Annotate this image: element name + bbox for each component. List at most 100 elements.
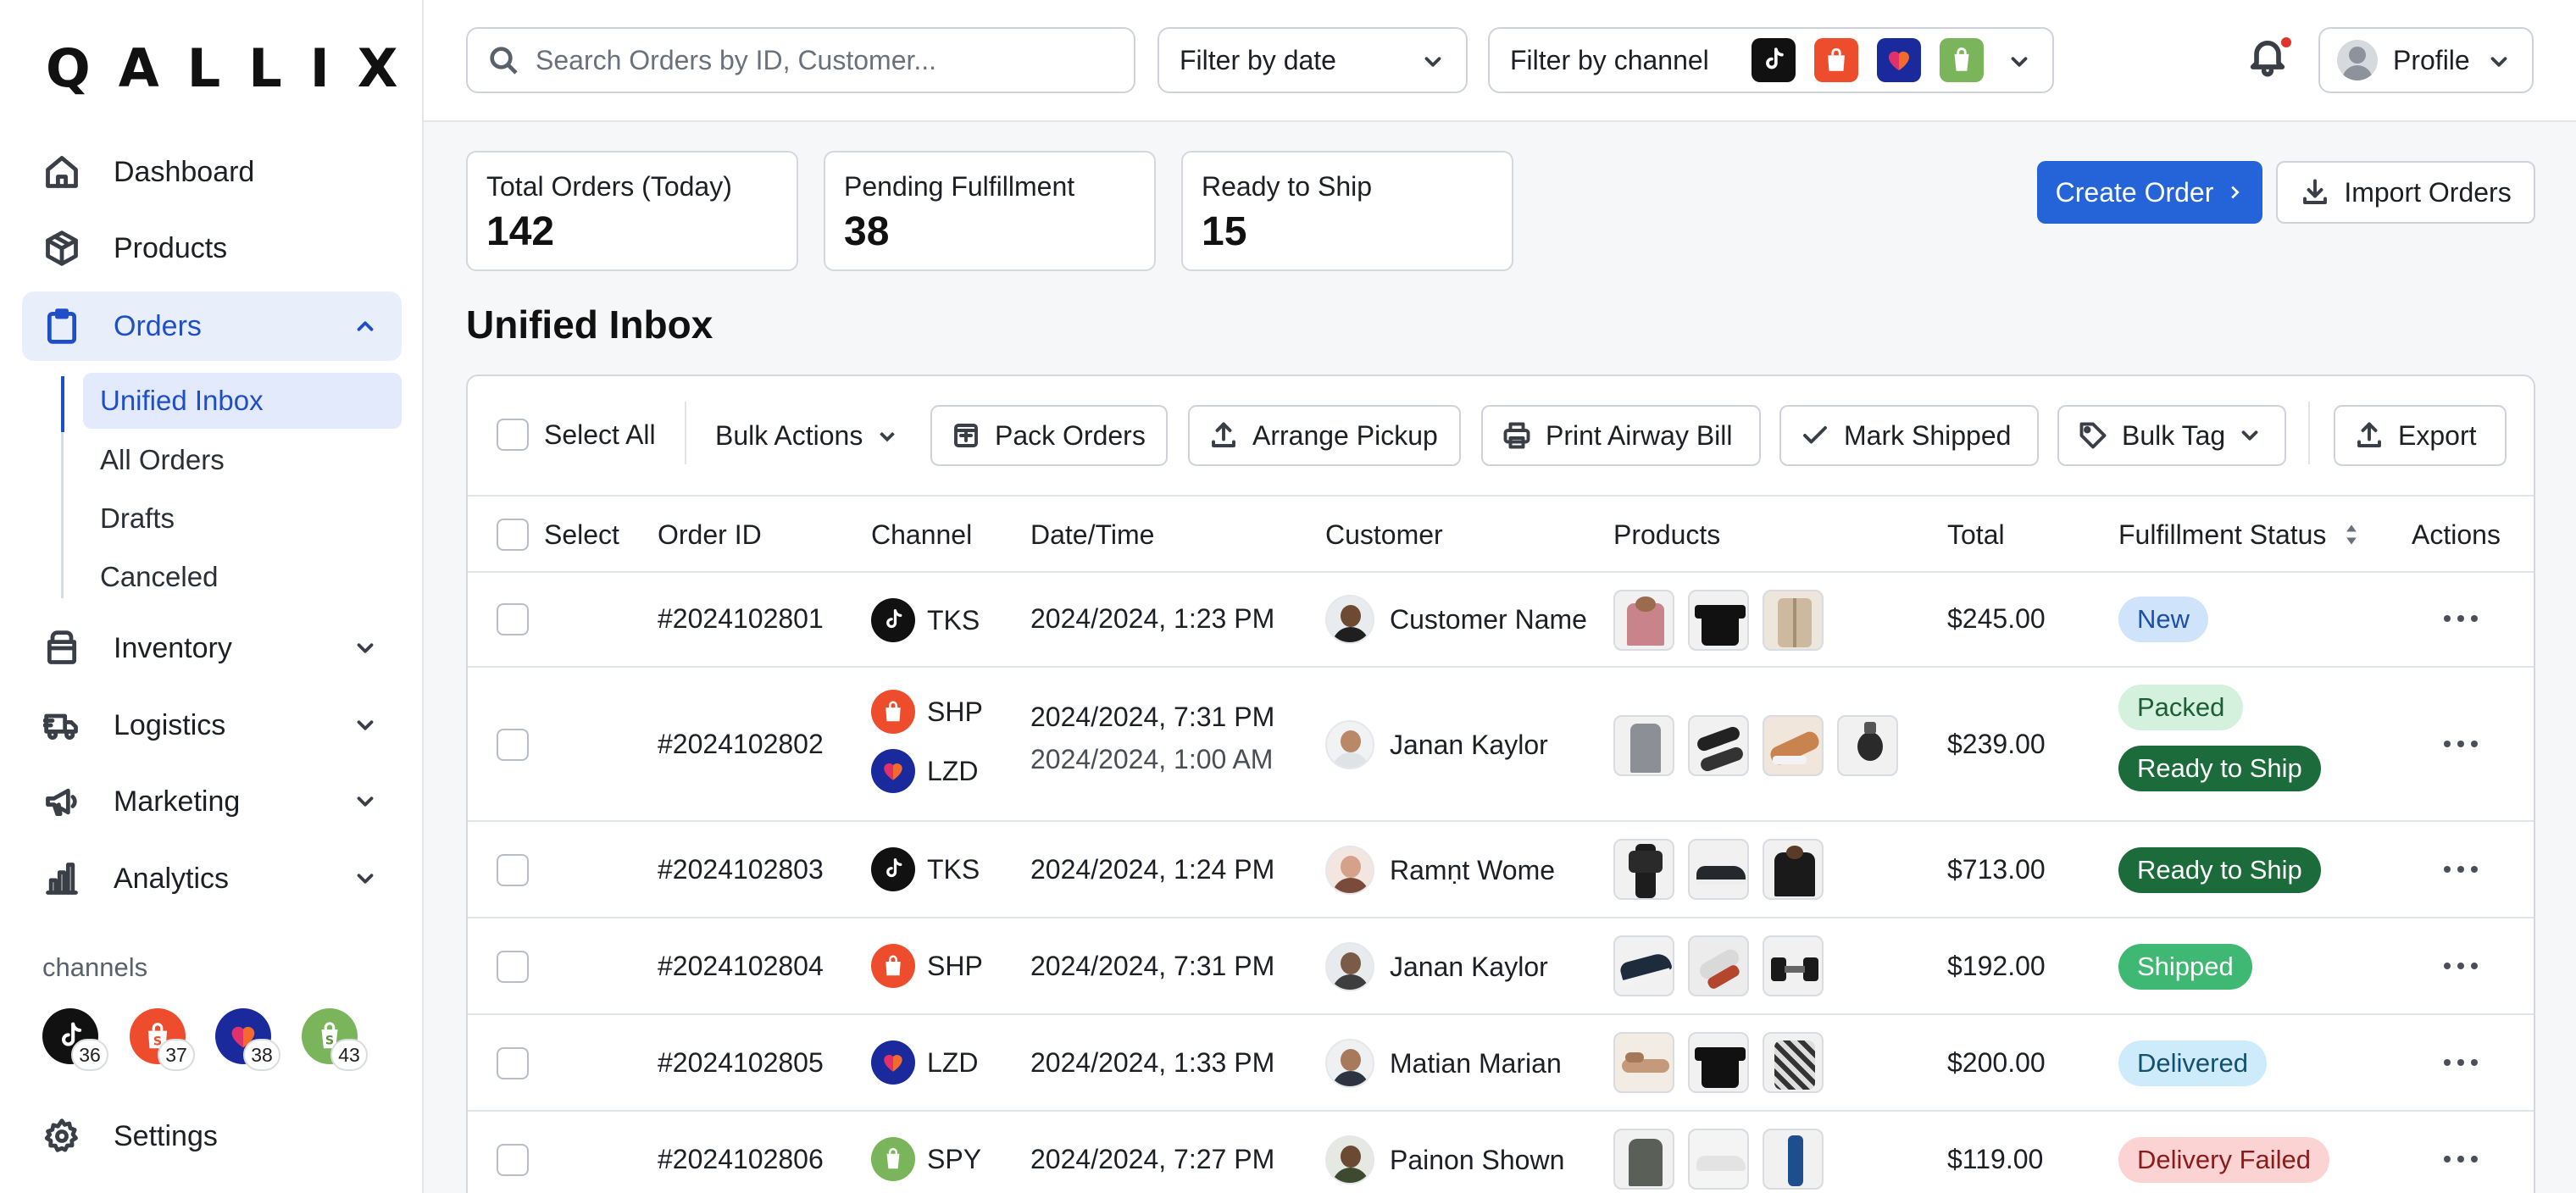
product-thumbnail[interactable] — [1613, 715, 1674, 776]
column-channel[interactable]: Channel — [871, 497, 972, 573]
order-id[interactable]: #2024102805 — [658, 1047, 824, 1079]
sidebar-item-analytics[interactable]: Analytics — [22, 844, 402, 913]
column-select[interactable]: Select — [497, 497, 619, 573]
customer-cell[interactable]: Ramṇt Wome — [1325, 846, 1555, 895]
column-fulfillment-status[interactable]: Fulfillment Status — [2118, 497, 2363, 573]
row-checkbox[interactable] — [497, 854, 529, 886]
column-date-time[interactable]: Date/Time — [1030, 497, 1154, 573]
sidebar-subitem-drafts[interactable]: Drafts — [83, 491, 402, 547]
product-thumbnail[interactable] — [1688, 715, 1749, 776]
product-thumbnail[interactable] — [1837, 715, 1898, 776]
order-id[interactable]: #2024102806 — [658, 1144, 824, 1175]
pack-orders-button[interactable]: Pack Orders — [930, 405, 1168, 466]
customer-cell[interactable]: Matian Marian — [1325, 1039, 1562, 1088]
row-actions-button[interactable] — [2444, 741, 2478, 747]
row-checkbox[interactable] — [497, 1144, 529, 1176]
date-filter-dropdown[interactable]: Filter by date — [1158, 27, 1468, 93]
product-thumbnail[interactable] — [1613, 839, 1674, 900]
order-id[interactable]: #2024102802 — [658, 729, 824, 760]
product-thumbnail[interactable] — [1613, 1032, 1674, 1093]
tiktok-icon[interactable] — [1751, 38, 1796, 82]
import-orders-button[interactable]: Import Orders — [2276, 161, 2535, 224]
product-thumbnail[interactable] — [1763, 590, 1824, 651]
order-id[interactable]: #2024102803 — [658, 854, 824, 885]
row-checkbox[interactable] — [497, 603, 529, 635]
row-checkbox[interactable] — [497, 1047, 529, 1079]
notifications-button[interactable] — [2246, 34, 2296, 85]
sidebar-subitem-canceled[interactable]: Canceled — [83, 549, 402, 605]
chevron-down-icon[interactable] — [353, 789, 378, 814]
table-row[interactable]: #2024102805 LZD 2024/2024, 1:33 PM Matia… — [468, 1015, 2534, 1112]
header-select-checkbox[interactable] — [497, 519, 529, 551]
row-actions-button[interactable] — [2444, 1059, 2478, 1066]
select-all-control[interactable]: Select All — [497, 419, 656, 451]
product-thumbnail[interactable] — [1763, 715, 1824, 776]
product-thumbnail[interactable] — [1688, 590, 1749, 651]
product-thumbnail[interactable] — [1763, 935, 1824, 996]
search-input[interactable] — [536, 44, 1112, 76]
row-actions-button[interactable] — [2444, 866, 2478, 873]
row-actions-button[interactable] — [2444, 615, 2478, 622]
sidebar-item-settings[interactable]: Settings — [22, 1101, 402, 1171]
product-thumbnail[interactable] — [1763, 1032, 1824, 1093]
column-total[interactable]: Total — [1947, 497, 2005, 573]
channel-filter-dropdown[interactable]: Filter by channel — [1488, 27, 2054, 93]
sort-icon[interactable] — [2340, 520, 2363, 549]
select-all-checkbox[interactable] — [497, 419, 529, 451]
sidebar-subitem-all-orders[interactable]: All Orders — [83, 432, 402, 488]
mark-shipped-button[interactable]: Mark Shipped — [1779, 405, 2039, 466]
sidebar-item-orders[interactable]: Orders — [22, 291, 402, 361]
column-order-id[interactable]: Order ID — [658, 497, 762, 573]
product-thumbnail[interactable] — [1613, 1129, 1674, 1190]
export-button[interactable]: Export — [2334, 405, 2507, 466]
product-thumbnail[interactable] — [1688, 1032, 1749, 1093]
row-checkbox[interactable] — [497, 729, 529, 761]
app-logo[interactable]: QALLIX — [46, 37, 426, 99]
customer-cell[interactable]: Customer Name — [1325, 595, 1587, 644]
product-thumbnail[interactable] — [1688, 839, 1749, 900]
chevron-down-icon[interactable] — [353, 866, 378, 891]
arrange-pickup-button[interactable]: Arrange Pickup — [1188, 405, 1461, 466]
bulk-tag-dropdown[interactable]: Bulk Tag — [2057, 405, 2286, 466]
row-checkbox[interactable] — [497, 951, 529, 983]
product-thumbnail[interactable] — [1763, 839, 1824, 900]
customer-cell[interactable]: Janan Kaylor — [1325, 720, 1548, 769]
table-row[interactable]: #2024102801 TKS 2024/2024, 1:23 PM Custo… — [468, 573, 2534, 668]
sidebar-subitem-unified-inbox[interactable]: Unified Inbox — [83, 373, 402, 429]
product-thumbnail[interactable] — [1763, 1129, 1824, 1190]
product-thumbnail[interactable] — [1688, 1129, 1749, 1190]
product-thumbnail[interactable] — [1688, 935, 1749, 996]
chevron-up-icon[interactable] — [353, 314, 378, 339]
column-products[interactable]: Products — [1613, 497, 1720, 573]
product-thumbnail[interactable] — [1613, 935, 1674, 996]
table-row[interactable]: #2024102806 SPY 2024/2024, 7:27 PM Paino… — [468, 1112, 2534, 1193]
status-badge: Ready to Ship — [2118, 847, 2321, 893]
channel-code: TKS — [927, 853, 980, 885]
table-row[interactable]: #2024102804 SHP 2024/2024, 7:31 PM Janan… — [468, 918, 2534, 1015]
print-airway-bill-button[interactable]: Print Airway Bill — [1481, 405, 1761, 466]
search-box[interactable] — [466, 27, 1135, 93]
customer-cell[interactable]: Painon Shown — [1325, 1135, 1564, 1185]
table-row[interactable]: #2024102803 TKS 2024/2024, 1:24 PM Ramṇt… — [468, 822, 2534, 918]
sidebar-item-logistics[interactable]: Logistics — [22, 691, 402, 760]
row-actions-button[interactable] — [2444, 1156, 2478, 1162]
column-customer[interactable]: Customer — [1325, 497, 1443, 573]
lazada-heart-icon[interactable] — [1876, 38, 1921, 82]
sidebar-item-marketing[interactable]: Marketing — [22, 767, 402, 836]
shopee-bag-icon[interactable] — [1813, 38, 1858, 82]
bulk-actions-dropdown[interactable]: Bulk Actions — [715, 420, 900, 452]
create-order-button[interactable]: Create Order — [2037, 161, 2262, 224]
chevron-down-icon[interactable] — [353, 635, 378, 661]
table-row[interactable]: #2024102802 SHP LZD 2024/2024, 7:31 PM 2… — [468, 668, 2534, 822]
sidebar-item-inventory[interactable]: Inventory — [22, 613, 402, 683]
order-id[interactable]: #2024102804 — [658, 951, 824, 982]
customer-cell[interactable]: Janan Kaylor — [1325, 942, 1548, 991]
sidebar-item-dashboard[interactable]: Dashboard — [22, 137, 402, 207]
row-actions-button[interactable] — [2444, 963, 2478, 969]
order-id[interactable]: #2024102801 — [658, 603, 824, 635]
shopify-bag-icon[interactable] — [1939, 38, 1984, 82]
sidebar-item-products[interactable]: Products — [22, 214, 402, 283]
profile-menu[interactable]: Profile — [2318, 27, 2534, 93]
product-thumbnail[interactable] — [1613, 590, 1674, 651]
chevron-down-icon[interactable] — [353, 713, 378, 738]
